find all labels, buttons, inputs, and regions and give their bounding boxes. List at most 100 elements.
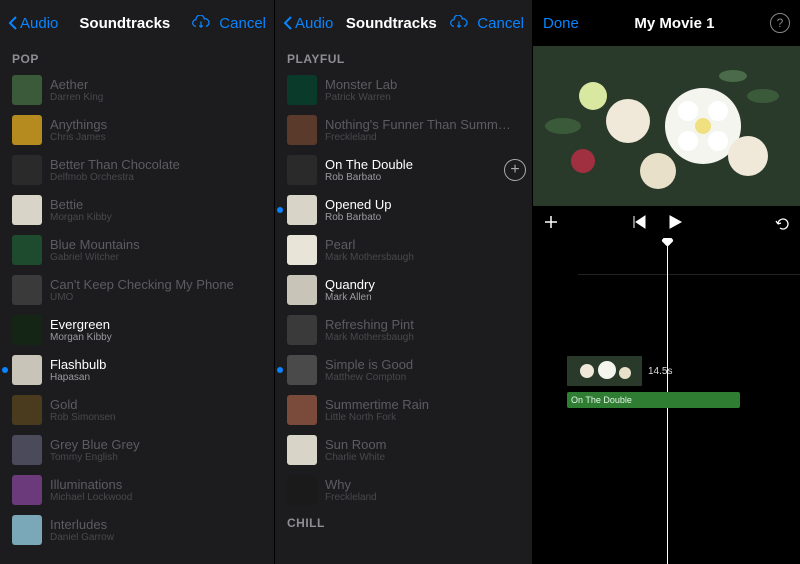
track-row[interactable]: BettieMorgan Kibby — [0, 190, 274, 230]
cancel-button[interactable]: Cancel — [477, 15, 524, 32]
add-media-button[interactable] — [543, 214, 559, 230]
track-list: AetherDarren KingAnythingsChris JamesBet… — [0, 70, 274, 564]
track-row[interactable]: AetherDarren King — [0, 70, 274, 110]
track-artwork — [287, 435, 317, 465]
track-row[interactable]: Sun RoomCharlie White — [275, 430, 532, 470]
track-row[interactable]: EvergreenMorgan Kibby — [0, 310, 274, 350]
skip-start-button[interactable] — [631, 214, 647, 230]
track-artist: Rob Barbato — [325, 212, 526, 223]
clip-duration: 14.5s — [648, 366, 672, 377]
track-row[interactable]: IlluminationsMichael Lockwood — [0, 470, 274, 510]
track-artist: Mark Mothersbaugh — [325, 332, 526, 343]
track-artist: Morgan Kibby — [50, 212, 268, 223]
track-title: Illuminations — [50, 477, 268, 492]
section-header-playful: PLAYFUL — [275, 46, 532, 70]
track-artwork — [287, 275, 317, 305]
cancel-button[interactable]: Cancel — [219, 15, 266, 32]
track-title: Simple is Good — [325, 357, 526, 372]
track-row[interactable]: Opened UpRob Barbato — [275, 190, 532, 230]
video-preview[interactable] — [533, 46, 800, 206]
track-row[interactable]: On The DoubleRob Barbato+ — [275, 150, 532, 190]
track-row[interactable]: FlashbulbHapasan — [0, 350, 274, 390]
track-artwork — [287, 155, 317, 185]
panel-title: Soundtracks — [79, 15, 170, 32]
section-header-chill: CHILL — [275, 510, 532, 534]
track-row[interactable]: GoldRob Simonsen — [0, 390, 274, 430]
track-row[interactable]: Grey Blue GreyTommy English — [0, 430, 274, 470]
track-row[interactable]: Blue MountainsGabriel Witcher — [0, 230, 274, 270]
track-row[interactable]: Refreshing PintMark Mothersbaugh — [275, 310, 532, 350]
track-row[interactable]: Better Than ChocolateDelfmob Orchestra — [0, 150, 274, 190]
track-title: Aether — [50, 77, 268, 92]
track-artist: Delfmob Orchestra — [50, 172, 268, 183]
track-list: Monster LabPatrick WarrenNothing's Funne… — [275, 70, 532, 564]
track-artist: Daniel Garrow — [50, 532, 268, 543]
play-button[interactable] — [667, 214, 683, 230]
audio-clip-label: On The Double — [571, 395, 632, 405]
track-title: Can't Keep Checking My Phone — [50, 277, 268, 292]
track-artist: Chris James — [50, 132, 268, 143]
track-artwork — [287, 355, 317, 385]
track-artwork — [12, 435, 42, 465]
header: Audio Soundtracks Cancel — [0, 0, 274, 46]
track-artist: Gabriel Witcher — [50, 252, 268, 263]
header: Audio Soundtracks Cancel — [275, 0, 532, 46]
track-artist: Mark Mothersbaugh — [325, 252, 526, 263]
editor-panel: Done My Movie 1 ? — [533, 0, 800, 564]
soundtracks-panel-b: Audio Soundtracks Cancel PLAYFUL Monster… — [275, 0, 533, 564]
track-artist: Tommy English — [50, 452, 268, 463]
track-title: Gold — [50, 397, 268, 412]
track-row[interactable]: Simple is GoodMatthew Compton — [275, 350, 532, 390]
track-row[interactable]: WhyFreckleland — [275, 470, 532, 510]
track-artwork — [12, 475, 42, 505]
undo-button[interactable] — [774, 214, 790, 230]
track-row[interactable]: PearlMark Mothersbaugh — [275, 230, 532, 270]
track-row[interactable]: Summertime RainLittle North Fork — [275, 390, 532, 430]
track-artist: Darren King — [50, 92, 268, 103]
audio-clip[interactable]: On The Double — [567, 392, 740, 408]
downloaded-indicator-icon — [2, 367, 8, 373]
downloaded-indicator-icon — [277, 367, 283, 373]
track-title: Sun Room — [325, 437, 526, 452]
track-row[interactable]: QuandryMark Allen — [275, 270, 532, 310]
track-row[interactable]: Nothing's Funner Than Summ…Freckleland — [275, 110, 532, 150]
track-artwork — [12, 355, 42, 385]
track-title: Refreshing Pint — [325, 317, 526, 332]
track-artwork — [12, 75, 42, 105]
soundtracks-panel-a: Audio Soundtracks Cancel POP AetherDarre… — [0, 0, 275, 564]
track-artist: Rob Simonsen — [50, 412, 268, 423]
track-title: Why — [325, 477, 526, 492]
back-label: Audio — [295, 15, 333, 32]
track-artwork — [12, 315, 42, 345]
track-artwork — [12, 515, 42, 545]
back-button[interactable]: Audio — [8, 15, 58, 32]
track-title: Opened Up — [325, 197, 526, 212]
track-artwork — [287, 195, 317, 225]
track-artwork — [12, 195, 42, 225]
track-artwork — [287, 315, 317, 345]
cloud-download-icon[interactable] — [191, 15, 211, 31]
track-row[interactable]: InterludesDaniel Garrow — [0, 510, 274, 550]
track-row[interactable]: AnythingsChris James — [0, 110, 274, 150]
track-artist: Mark Allen — [325, 292, 526, 303]
track-artist: UMO — [50, 292, 268, 303]
track-title: Quandry — [325, 277, 526, 292]
back-button[interactable]: Audio — [283, 15, 333, 32]
video-clip[interactable]: 14.5s — [567, 356, 790, 386]
timeline[interactable]: 14.5s On The Double — [533, 238, 800, 564]
cloud-download-icon[interactable] — [449, 15, 469, 31]
downloaded-indicator-icon — [277, 207, 283, 213]
done-button[interactable]: Done — [543, 15, 579, 32]
track-row[interactable]: Can't Keep Checking My PhoneUMO — [0, 270, 274, 310]
help-button[interactable]: ? — [770, 13, 790, 33]
track-title: Bettie — [50, 197, 268, 212]
track-row[interactable]: Monster LabPatrick Warren — [275, 70, 532, 110]
add-track-button[interactable]: + — [504, 159, 526, 181]
track-title: Pearl — [325, 237, 526, 252]
track-title: Better Than Chocolate — [50, 157, 268, 172]
preview-thumbnail — [533, 46, 800, 206]
track-artwork — [287, 475, 317, 505]
track-artwork — [12, 235, 42, 265]
track-title: Nothing's Funner Than Summ… — [325, 117, 526, 132]
track-artist: Patrick Warren — [325, 92, 526, 103]
